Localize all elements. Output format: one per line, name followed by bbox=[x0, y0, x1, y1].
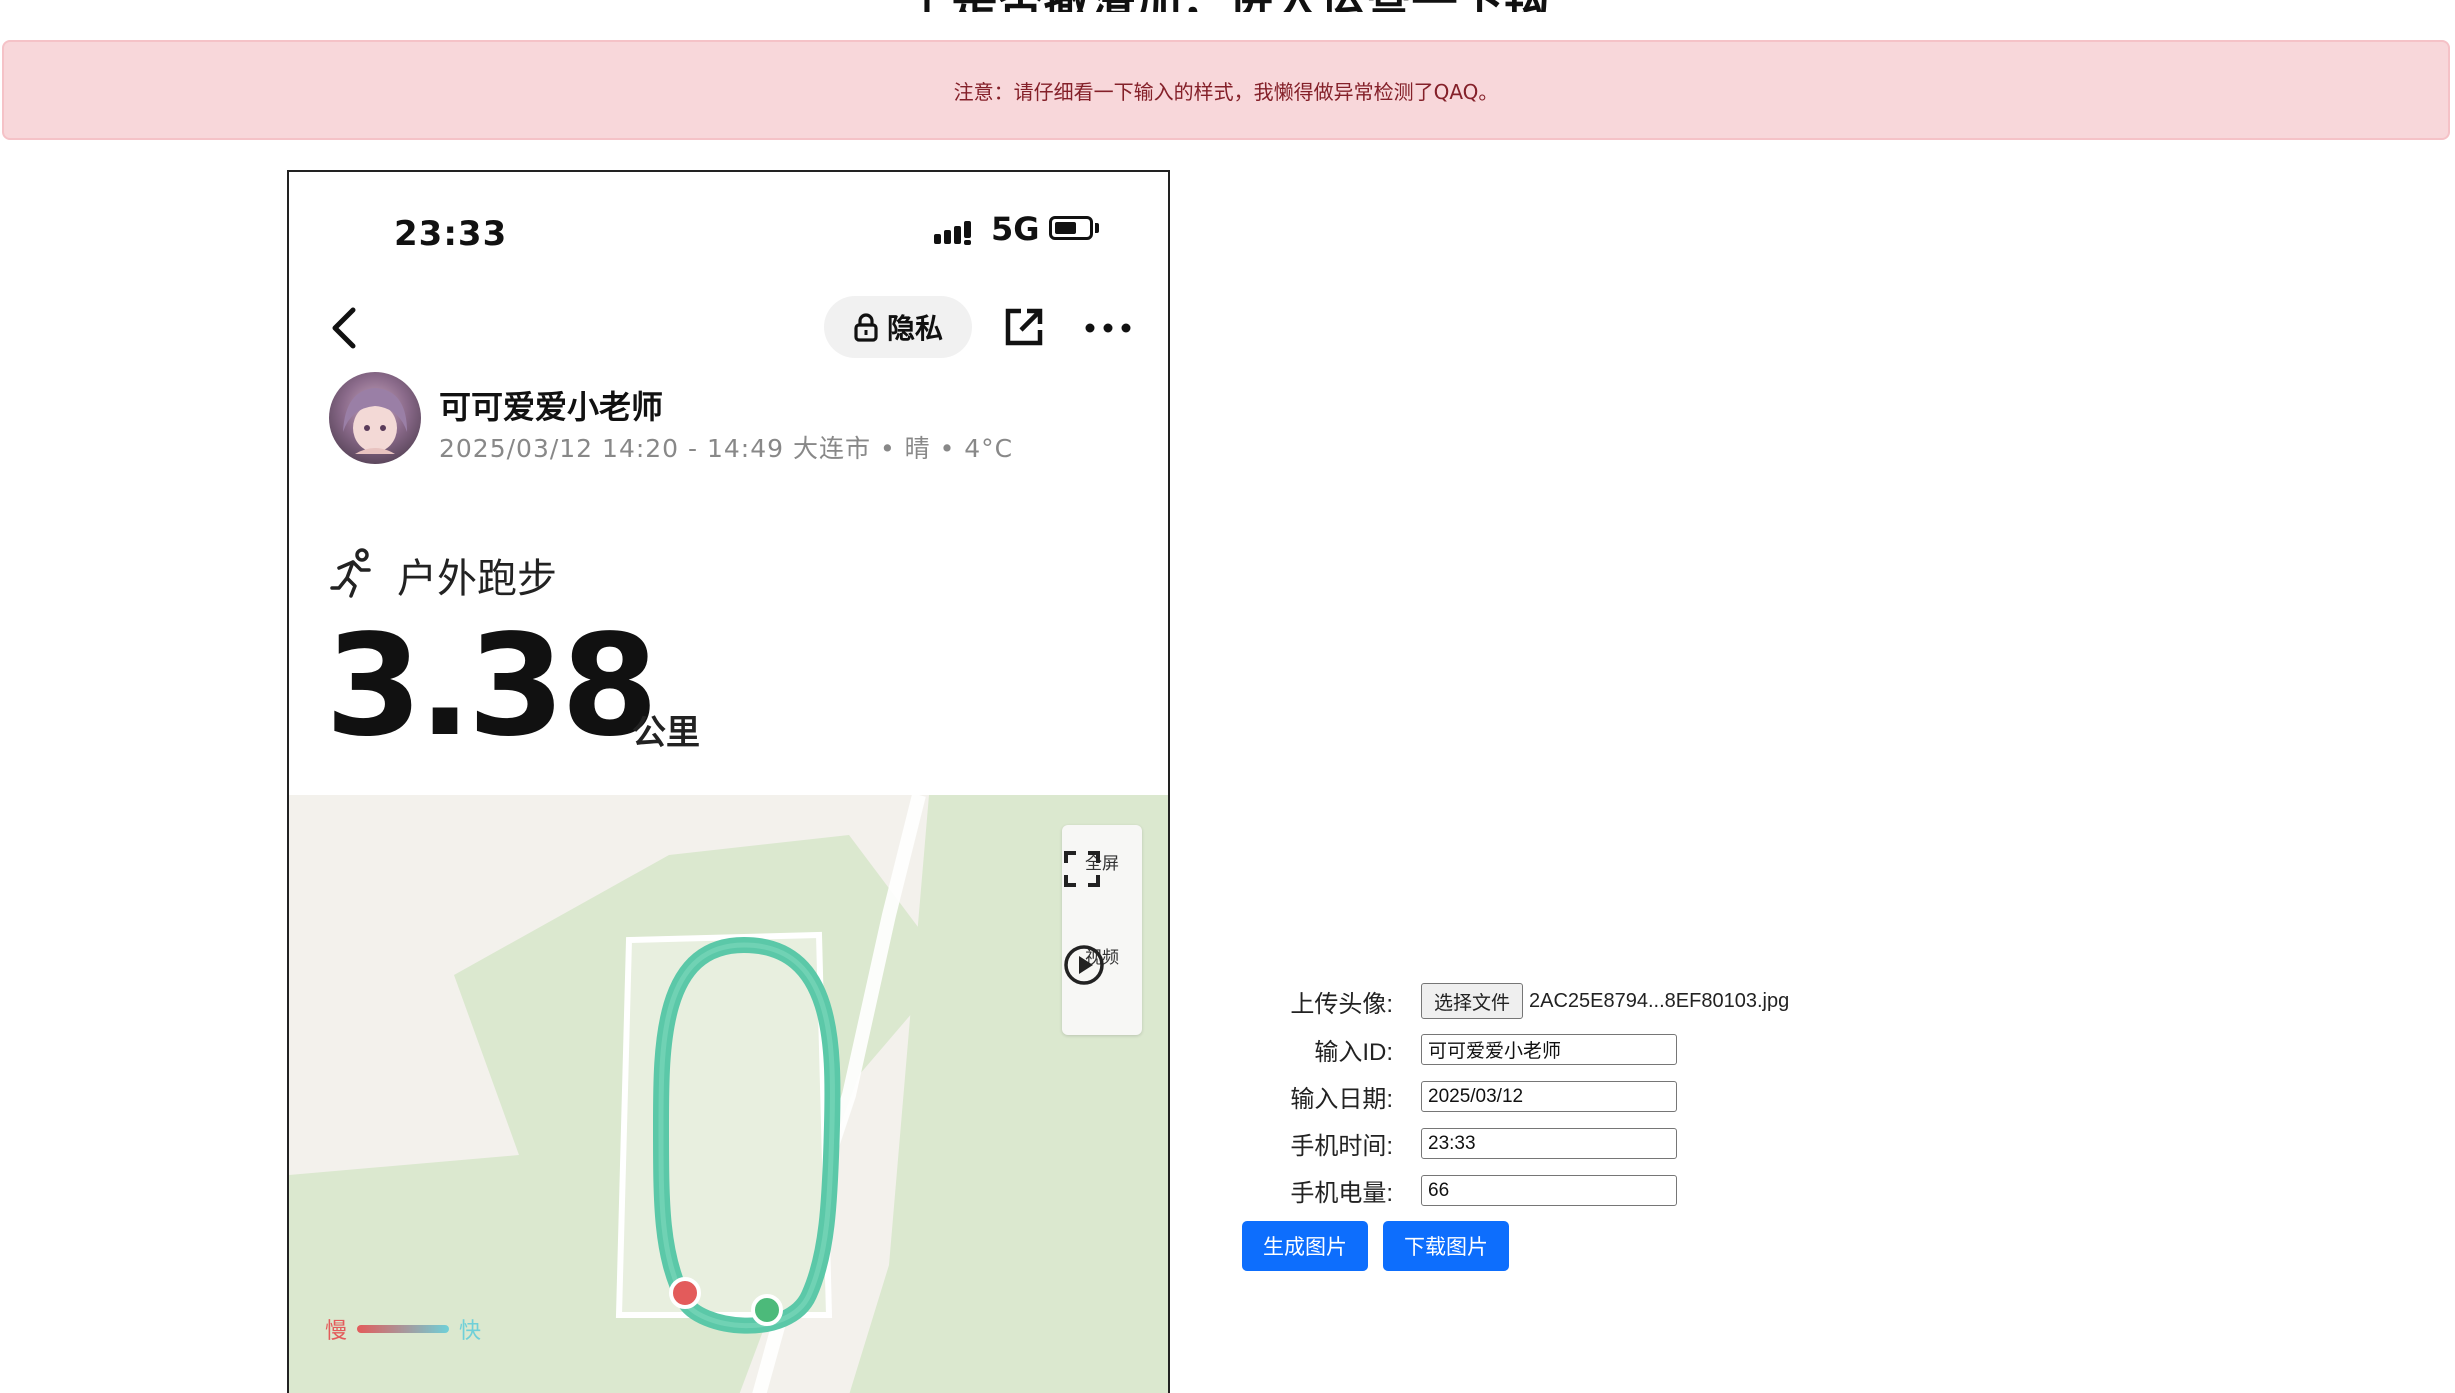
back-chevron-icon[interactable] bbox=[327, 304, 361, 352]
share-icon[interactable] bbox=[1003, 306, 1045, 348]
legend-gradient bbox=[357, 1325, 450, 1333]
fullscreen-control[interactable]: 全屏 bbox=[1062, 849, 1142, 887]
network-label: 5G bbox=[991, 210, 1040, 248]
more-icon[interactable] bbox=[1084, 322, 1132, 334]
phone-preview: 23:33 5G 隐私 可可爱爱小老师 2025/03/12 14:20 - 1… bbox=[287, 170, 1170, 1393]
time-label: 手机时间: bbox=[1290, 1133, 1393, 1160]
pace-legend: 慢 快 bbox=[325, 1313, 481, 1345]
user-name: 可可爱爱小老师 bbox=[439, 388, 664, 426]
privacy-button[interactable]: 隐私 bbox=[824, 296, 972, 358]
play-icon bbox=[1064, 945, 1104, 985]
page-title-clip: 上是否撤滑加，进入运营一下钩 bbox=[0, 0, 2455, 12]
date-input[interactable] bbox=[1421, 1081, 1677, 1112]
id-label: 输入ID: bbox=[1314, 1039, 1393, 1066]
legend-slow: 慢 bbox=[325, 1319, 348, 1344]
running-icon bbox=[330, 548, 371, 598]
avatar-upload-row: 上传头像: 选择文件 2AC25E8794...8EF80103.jpg bbox=[1238, 983, 1789, 1019]
battery-label: 手机电量: bbox=[1290, 1180, 1393, 1207]
battery-icon bbox=[1049, 216, 1093, 240]
alert-text: 注意：请仔细看一下输入的样式，我懒得做异常检测了QAQ。 bbox=[953, 79, 1499, 104]
end-marker bbox=[669, 1277, 701, 1309]
page-title: 上是否撤滑加，进入运营一下钩 bbox=[0, 0, 2455, 12]
signal-icon bbox=[934, 221, 971, 245]
map-canvas bbox=[289, 795, 1168, 1393]
battery-row: 手机电量: bbox=[1238, 1173, 1677, 1208]
video-control[interactable]: 视频 bbox=[1062, 943, 1142, 985]
id-input[interactable] bbox=[1421, 1034, 1677, 1065]
generate-image-button[interactable]: 生成图片 bbox=[1242, 1221, 1368, 1271]
avatar bbox=[329, 372, 421, 464]
date-row: 输入日期: bbox=[1238, 1079, 1677, 1114]
battery-tip bbox=[1095, 223, 1099, 233]
map-controls: 全屏 视频 bbox=[1062, 825, 1142, 1035]
battery-input[interactable] bbox=[1421, 1175, 1677, 1206]
time-input[interactable] bbox=[1421, 1128, 1677, 1159]
legend-fast: 快 bbox=[459, 1319, 482, 1344]
choose-file-button[interactable]: 选择文件 bbox=[1421, 983, 1524, 1019]
battery-level bbox=[1055, 222, 1077, 234]
session-meta: 2025/03/12 14:20 - 14:49 大连市 • 晴 • 4°C bbox=[439, 434, 1014, 463]
id-row: 输入ID: bbox=[1238, 1032, 1677, 1067]
route-map[interactable]: 全屏 视频 慢 快 bbox=[289, 795, 1168, 1393]
warning-alert: 注意：请仔细看一下输入的样式，我懒得做异常检测了QAQ。 bbox=[2, 40, 2450, 140]
distance-value: 3.38 bbox=[325, 605, 658, 768]
fullscreen-icon bbox=[1064, 851, 1100, 887]
status-time: 23:33 bbox=[394, 214, 508, 254]
privacy-label: 隐私 bbox=[886, 312, 943, 345]
time-row: 手机时间: bbox=[1238, 1126, 1677, 1161]
avatar-illustration bbox=[343, 388, 407, 454]
lock-icon bbox=[854, 313, 878, 342]
avatar-label: 上传头像: bbox=[1290, 990, 1393, 1018]
sport-type: 户外跑步 bbox=[397, 556, 557, 602]
download-image-button[interactable]: 下载图片 bbox=[1383, 1221, 1509, 1271]
start-marker bbox=[751, 1294, 783, 1326]
file-name: 2AC25E8794...8EF80103.jpg bbox=[1529, 989, 1790, 1012]
date-label: 输入日期: bbox=[1290, 1086, 1393, 1113]
distance-unit: 公里 bbox=[632, 713, 700, 753]
